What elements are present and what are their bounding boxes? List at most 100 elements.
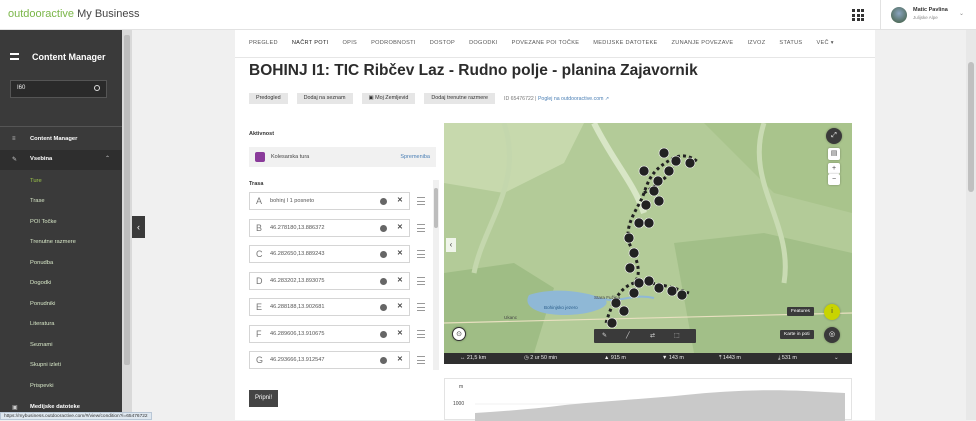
sidebar-item-ture[interactable]: Ture bbox=[0, 172, 122, 192]
sidebar-item-trase[interactable]: Trase bbox=[0, 192, 122, 212]
waypoint-input[interactable]: Abohinj I 1 posneto ✕ bbox=[249, 192, 410, 210]
route-type-icon[interactable] bbox=[380, 330, 387, 338]
tab-item[interactable]: VEČ ▾ bbox=[816, 40, 833, 52]
sidebar-item-ponudniki[interactable]: Ponudniki bbox=[0, 295, 122, 315]
sidebar-item-prispevki[interactable]: Prispevki bbox=[0, 377, 122, 397]
map-layers-icon[interactable]: ◎ bbox=[824, 327, 840, 343]
route-type-icon[interactable] bbox=[380, 224, 387, 232]
waypoint-input[interactable]: C 46.282650,13.889243 ✕ bbox=[249, 245, 410, 263]
tab-item[interactable]: STATUS bbox=[779, 40, 802, 52]
map-view[interactable]: Stara Fužina Bohinjsko jezero Ukanc ⤢ ▤ … bbox=[444, 123, 852, 353]
sidebar-item-label: Skupni izleti bbox=[30, 362, 61, 368]
add-to-list-button[interactable]: Dodaj na seznam bbox=[296, 93, 353, 104]
drag-handle-icon[interactable] bbox=[417, 223, 425, 232]
search-icon[interactable] bbox=[94, 85, 100, 91]
remove-waypoint-icon[interactable]: ✕ bbox=[397, 302, 403, 310]
tab-item[interactable]: DOGODKI bbox=[469, 40, 498, 52]
sidebar-item-label: Trase bbox=[30, 198, 45, 204]
tab-item[interactable]: DOSTOP bbox=[430, 40, 455, 52]
add-conditions-button[interactable]: Dodaj trenutne razmere bbox=[424, 93, 496, 104]
remove-waypoint-icon[interactable]: ✕ bbox=[397, 355, 403, 363]
sidebar-item-ponudba[interactable]: Ponudba bbox=[0, 254, 122, 274]
waypoint-input[interactable]: G 46.293666,13.912547 ✕ bbox=[249, 351, 410, 369]
tab-item[interactable]: ZUNANJE POVEZAVE bbox=[672, 40, 734, 52]
drag-handle-icon[interactable] bbox=[417, 276, 425, 285]
waypoint-input[interactable]: B 46.278180,13.886372 ✕ bbox=[249, 218, 410, 237]
drag-handle-icon[interactable] bbox=[417, 250, 425, 258]
waypoint-letter: F bbox=[256, 328, 262, 339]
route-icon[interactable]: ⇄ bbox=[650, 332, 655, 339]
waypoint-input[interactable]: E 46.288188,13.902681 ✕ bbox=[249, 298, 410, 316]
drag-handle-icon[interactable] bbox=[417, 303, 425, 311]
sidebar-item-trenutne-razmere[interactable]: Trenutne razmere bbox=[0, 233, 122, 253]
fullscreen-icon[interactable]: ⤢ bbox=[826, 128, 842, 144]
sidebar: Content Manager I60 ≡ Content Manager ✎ Vse… bbox=[0, 30, 122, 420]
descent-stat: ▼ 143 m bbox=[662, 355, 684, 361]
menu-icon[interactable] bbox=[10, 53, 19, 60]
my-map-button[interactable]: ▣ Moj Zemljevid bbox=[361, 93, 416, 104]
route-type-icon[interactable] bbox=[380, 277, 387, 285]
tab-item[interactable]: IZVOZ bbox=[747, 40, 765, 52]
sidebar-item-label: Trenutne razmere bbox=[30, 239, 76, 245]
locate-icon[interactable]: ⊙ bbox=[452, 327, 466, 341]
map-type-button[interactable]: Karte in poti bbox=[780, 330, 814, 339]
features-button[interactable]: Features bbox=[787, 307, 814, 316]
zoom-out-button[interactable]: − bbox=[828, 174, 840, 185]
route-scrollbar[interactable] bbox=[433, 180, 439, 370]
route-type-icon[interactable] bbox=[380, 357, 387, 364]
sidebar-scrollbar[interactable] bbox=[122, 30, 132, 420]
line-icon[interactable]: ╱ bbox=[626, 332, 630, 339]
attach-button[interactable]: Pripni! bbox=[249, 390, 279, 407]
tab-item[interactable]: NAČRT POTI bbox=[292, 40, 329, 52]
drag-handle-icon[interactable] bbox=[417, 356, 425, 364]
preview-button[interactable]: Predogled bbox=[249, 93, 288, 104]
info-icon[interactable]: i bbox=[824, 304, 840, 320]
change-activity-link[interactable]: Spremeniba bbox=[400, 154, 430, 160]
tab-item[interactable]: POVEZANE POI TOČKE bbox=[512, 40, 580, 52]
route-type-icon[interactable] bbox=[380, 304, 387, 311]
waypoint-letter: C bbox=[256, 249, 263, 259]
tab-item[interactable]: PREGLED bbox=[249, 40, 278, 52]
remove-waypoint-icon[interactable]: ✕ bbox=[397, 329, 403, 337]
min-altitude-stat: ⤓ 531 m bbox=[778, 355, 797, 361]
waypoint-input[interactable]: D 46.283202,13.893075 ✕ bbox=[249, 271, 410, 290]
map-pan-left-button[interactable]: ‹ bbox=[446, 238, 456, 252]
user-menu[interactable]: Matic Pavlina Julijske Alpe ⌄ bbox=[880, 0, 976, 30]
tab-item[interactable]: MEDIJSKE DATOTEKE bbox=[593, 40, 657, 52]
remove-waypoint-icon[interactable]: ✕ bbox=[397, 249, 403, 257]
sidebar-item-label: Medijske datoteke bbox=[30, 404, 80, 410]
route-type-icon[interactable] bbox=[380, 251, 387, 258]
sidebar-item-content-manager[interactable]: ≡ Content Manager bbox=[0, 130, 122, 150]
drag-handle-icon[interactable] bbox=[417, 197, 425, 205]
tab-item[interactable]: PODROBNOSTI bbox=[371, 40, 416, 52]
map-drawing-toolbar[interactable]: ✎ ╱ ⇄ ⬚ bbox=[594, 329, 696, 343]
route-type-icon[interactable] bbox=[380, 198, 387, 205]
map-place-label: Stara Fužina bbox=[594, 295, 621, 300]
distance-stat: ↔ 21,5 km bbox=[460, 355, 487, 361]
brand-logo[interactable]: outdooractive My Business bbox=[8, 8, 139, 20]
collapse-sidebar-button[interactable]: ‹ bbox=[132, 216, 145, 238]
waypoint-letter: E bbox=[256, 302, 263, 312]
crop-icon[interactable]: ⬚ bbox=[674, 332, 680, 339]
sidebar-item-literatura[interactable]: Literatura bbox=[0, 315, 122, 335]
tab-item[interactable]: OPIS bbox=[343, 40, 358, 52]
waypoint-input[interactable]: F 46.289606,13.910675 ✕ bbox=[249, 324, 410, 343]
drag-handle-icon[interactable] bbox=[417, 329, 425, 338]
page-scrollbar[interactable] bbox=[966, 30, 976, 420]
remove-waypoint-icon[interactable]: ✕ bbox=[397, 276, 403, 284]
layers-icon[interactable]: ▤ bbox=[828, 148, 840, 160]
apps-grid-icon[interactable] bbox=[852, 9, 864, 21]
chevron-down-icon[interactable]: ⌄ bbox=[834, 355, 839, 361]
view-on-oa-link[interactable]: Poglej na outdooractive.com ↗ bbox=[538, 96, 609, 102]
remove-waypoint-icon[interactable]: ✕ bbox=[397, 196, 403, 204]
search-input[interactable]: I60 bbox=[10, 80, 107, 98]
sidebar-item-label: Dogodki bbox=[30, 280, 52, 286]
draw-icon[interactable]: ✎ bbox=[602, 332, 607, 339]
sidebar-item-vsebina[interactable]: ✎ Vsebina ⌃ bbox=[0, 150, 122, 170]
sidebar-item-seznami[interactable]: Seznami bbox=[0, 336, 122, 356]
remove-waypoint-icon[interactable]: ✕ bbox=[397, 223, 403, 231]
sidebar-item-skupni-izleti[interactable]: Skupni izleti bbox=[0, 356, 122, 376]
zoom-in-button[interactable]: + bbox=[828, 163, 840, 174]
sidebar-item-dogodki[interactable]: Dogodki bbox=[0, 274, 122, 294]
sidebar-item-poi-točke[interactable]: POI Točke bbox=[0, 213, 122, 233]
